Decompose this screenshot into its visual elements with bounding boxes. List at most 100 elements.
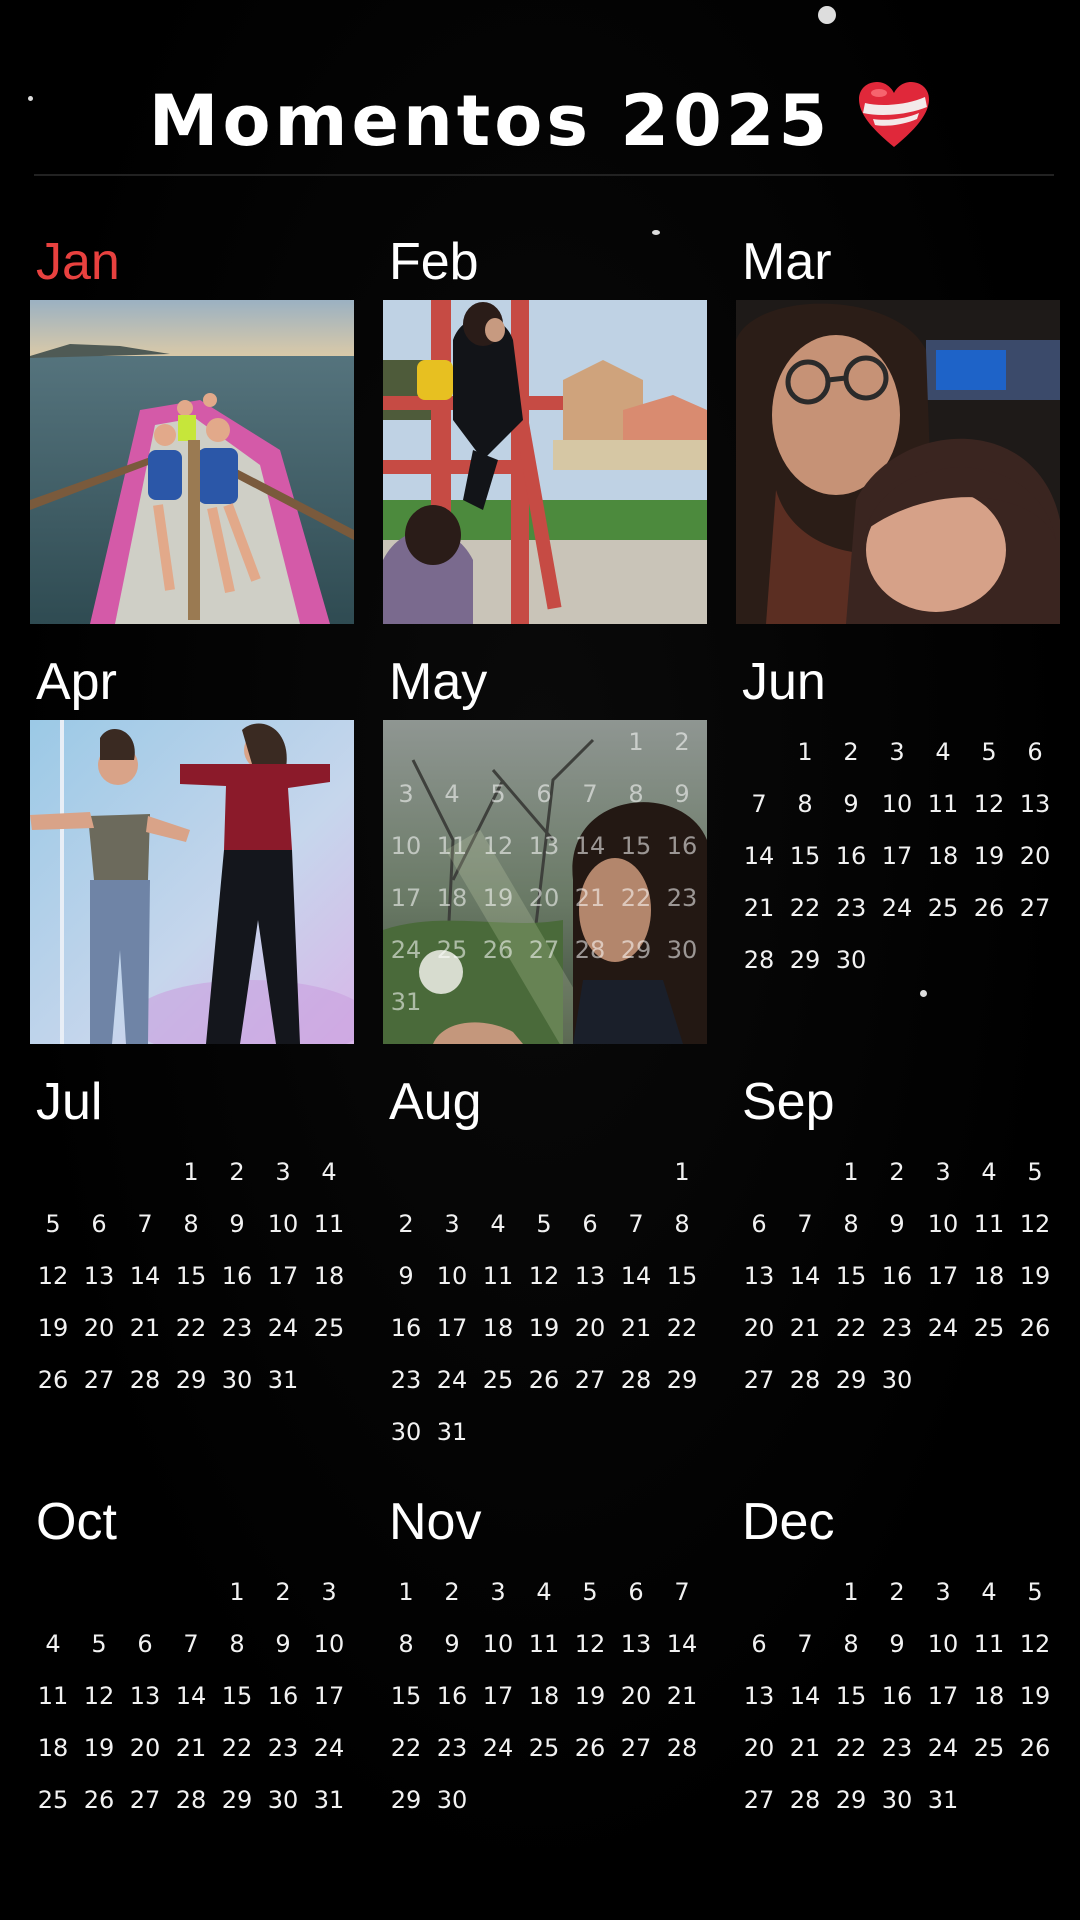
- calendar-day[interactable]: 8: [828, 1630, 874, 1658]
- calendar-day[interactable]: 11: [475, 1262, 521, 1290]
- calendar-day[interactable]: 15: [828, 1262, 874, 1290]
- calendar-day[interactable]: 15: [659, 1262, 705, 1290]
- month-aug[interactable]: Aug 1 2 3 4 5 6 7 8 9 10 11 12 13 14 15 16 17 18 19 20 21 22 23…: [383, 1072, 707, 1482]
- calendar-day[interactable]: 8: [214, 1630, 260, 1658]
- calendar-day[interactable]: 30: [383, 1418, 429, 1446]
- calendar-day[interactable]: 5: [76, 1630, 122, 1658]
- calendar-day[interactable]: 7: [782, 1210, 828, 1238]
- calendar-day[interactable]: 12: [1012, 1210, 1058, 1238]
- dandelion-photo[interactable]: 1 2 3 4 5 6 7 8 9 10 11 12 13 14 15 16 17 18 19 20 21 22 23 24 2…: [383, 720, 707, 1044]
- calendar-day[interactable]: 11: [521, 1630, 567, 1658]
- calendar-day[interactable]: 12: [30, 1262, 76, 1290]
- calendar-day[interactable]: 13: [122, 1682, 168, 1710]
- calendar-day[interactable]: 1: [168, 1158, 214, 1186]
- calendar-day[interactable]: 16: [214, 1262, 260, 1290]
- calendar-day[interactable]: 12: [1012, 1630, 1058, 1658]
- calendar-day[interactable]: 25: [475, 1366, 521, 1394]
- calendar-day[interactable]: 10: [429, 1262, 475, 1290]
- calendar-day[interactable]: 2: [383, 1210, 429, 1238]
- calendar-day[interactable]: 3: [920, 1578, 966, 1606]
- calendar-day[interactable]: 16: [828, 842, 874, 870]
- calendar-day[interactable]: 2: [874, 1158, 920, 1186]
- calendar-day[interactable]: 13: [736, 1262, 782, 1290]
- calendar-day[interactable]: 4: [966, 1158, 1012, 1186]
- calendar-day[interactable]: 9: [659, 780, 705, 808]
- calendar-day[interactable]: 17: [920, 1262, 966, 1290]
- calendar-day[interactable]: 18: [475, 1314, 521, 1342]
- calendar-day[interactable]: 31: [429, 1418, 475, 1446]
- calendar-day[interactable]: 5: [30, 1210, 76, 1238]
- calendar-day[interactable]: 15: [383, 1682, 429, 1710]
- calendar-day[interactable]: 25: [306, 1314, 352, 1342]
- calendar-day[interactable]: 28: [122, 1366, 168, 1394]
- calendar-day[interactable]: 22: [828, 1314, 874, 1342]
- calendar-day[interactable]: 9: [828, 790, 874, 818]
- calendar-day[interactable]: 17: [429, 1314, 475, 1342]
- calendar-day[interactable]: 22: [782, 894, 828, 922]
- calendar-day[interactable]: 21: [613, 1314, 659, 1342]
- calendar-day[interactable]: 19: [1012, 1682, 1058, 1710]
- calendar-day[interactable]: 15: [613, 832, 659, 860]
- calendar-day[interactable]: 20: [1012, 842, 1058, 870]
- calendar-day[interactable]: 24: [306, 1734, 352, 1762]
- calendar-day[interactable]: 16: [260, 1682, 306, 1710]
- calendar-day[interactable]: 31: [306, 1786, 352, 1814]
- calendar-day[interactable]: 13: [1012, 790, 1058, 818]
- calendar-day[interactable]: 26: [475, 936, 521, 964]
- calendar-day[interactable]: 2: [874, 1578, 920, 1606]
- calendar-day[interactable]: 22: [613, 884, 659, 912]
- calendar-day[interactable]: 7: [659, 1578, 705, 1606]
- calendar-day[interactable]: 21: [782, 1314, 828, 1342]
- calendar-day[interactable]: 18: [920, 842, 966, 870]
- calendar-day[interactable]: 10: [383, 832, 429, 860]
- calendar-day[interactable]: 18: [521, 1682, 567, 1710]
- calendar-day[interactable]: 27: [567, 1366, 613, 1394]
- calendar-day[interactable]: 31: [383, 988, 429, 1016]
- month-jul[interactable]: Jul 1 2 3 4 5 6 7 8 9 10 11 12 13 14 15 16 17 18 19 20 21 22 23…: [30, 1072, 354, 1482]
- month-nov[interactable]: Nov 1 2 3 4 5 6 7 8 9 10 11 12 13 14 15 16 17 18 19 20 21 22 23…: [383, 1492, 707, 1902]
- calendar-day[interactable]: 13: [521, 832, 567, 860]
- calendar-day[interactable]: 29: [613, 936, 659, 964]
- calendar-day[interactable]: 6: [1012, 738, 1058, 766]
- calendar-day[interactable]: 1: [782, 738, 828, 766]
- calendar-day[interactable]: 24: [920, 1314, 966, 1342]
- calendar-day[interactable]: 29: [168, 1366, 214, 1394]
- calendar-day[interactable]: 19: [30, 1314, 76, 1342]
- calendar-day[interactable]: 21: [567, 884, 613, 912]
- calendar-day[interactable]: 11: [306, 1210, 352, 1238]
- calendar-day[interactable]: 27: [76, 1366, 122, 1394]
- calendar-day[interactable]: 28: [782, 1786, 828, 1814]
- calendar-day[interactable]: 28: [736, 946, 782, 974]
- calendar-day[interactable]: 17: [306, 1682, 352, 1710]
- calendar-day[interactable]: 22: [828, 1734, 874, 1762]
- calendar-day[interactable]: 17: [260, 1262, 306, 1290]
- calendar-day[interactable]: 14: [122, 1262, 168, 1290]
- calendar-day[interactable]: 7: [168, 1630, 214, 1658]
- calendar-day[interactable]: 18: [30, 1734, 76, 1762]
- calendar-day[interactable]: 1: [214, 1578, 260, 1606]
- calendar-day[interactable]: 10: [475, 1630, 521, 1658]
- calendar-day[interactable]: 22: [214, 1734, 260, 1762]
- calendar-day[interactable]: 20: [76, 1314, 122, 1342]
- calendar-day[interactable]: 6: [76, 1210, 122, 1238]
- calendar-day[interactable]: 29: [659, 1366, 705, 1394]
- calendar-day[interactable]: 14: [659, 1630, 705, 1658]
- calendar-day[interactable]: 25: [429, 936, 475, 964]
- calendar-day[interactable]: 18: [966, 1262, 1012, 1290]
- calendar-day[interactable]: 28: [613, 1366, 659, 1394]
- calendar-day[interactable]: 5: [567, 1578, 613, 1606]
- calendar-day[interactable]: 11: [966, 1630, 1012, 1658]
- calendar-day[interactable]: 27: [1012, 894, 1058, 922]
- calendar-day[interactable]: 4: [475, 1210, 521, 1238]
- calendar-day[interactable]: 7: [736, 790, 782, 818]
- rowing-boat-photo[interactable]: [30, 300, 354, 624]
- calendar-day[interactable]: 30: [659, 936, 705, 964]
- calendar-day[interactable]: 3: [475, 1578, 521, 1606]
- calendar-day[interactable]: 27: [736, 1366, 782, 1394]
- calendar-day[interactable]: 10: [260, 1210, 306, 1238]
- calendar-day[interactable]: 5: [521, 1210, 567, 1238]
- month-jan[interactable]: Jan: [30, 232, 354, 642]
- calendar-day[interactable]: 24: [874, 894, 920, 922]
- calendar-day[interactable]: 26: [567, 1734, 613, 1762]
- calendar-day[interactable]: 23: [874, 1734, 920, 1762]
